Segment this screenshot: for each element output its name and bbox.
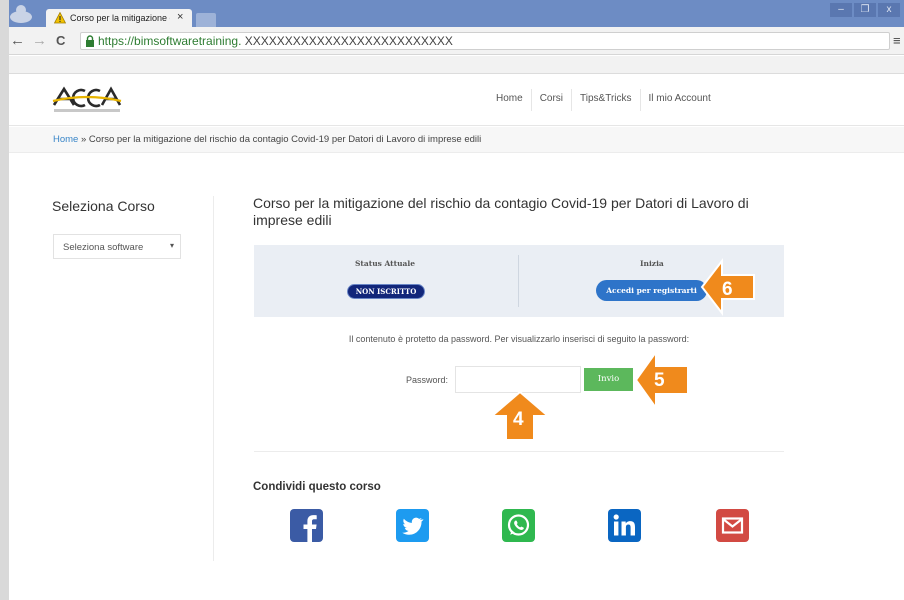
start-label: Inizia — [640, 259, 664, 268]
new-tab-button[interactable] — [196, 13, 216, 27]
password-field[interactable] — [455, 366, 581, 393]
nav-corsi[interactable]: Corsi — [532, 89, 573, 111]
facebook-icon[interactable] — [290, 509, 323, 542]
section-divider — [254, 451, 784, 452]
whatsapp-icon[interactable] — [502, 509, 535, 542]
sidebar-title: Seleziona Corso — [52, 198, 155, 214]
twitter-icon[interactable] — [396, 509, 429, 542]
tab-title: Corso per la mitigazione c — [70, 13, 170, 23]
status-badge: NON ISCRITTO — [347, 284, 425, 299]
bookmark-bar — [0, 56, 904, 74]
url-input[interactable]: https://bimsoftwaretraining. XXXXXXXXXXX… — [80, 32, 890, 50]
breadcrumb-home-link[interactable]: Home — [53, 134, 78, 145]
nav-home[interactable]: Home — [488, 89, 532, 111]
nav-tips-tricks[interactable]: Tips&Tricks — [572, 89, 641, 111]
reload-button[interactable]: C — [56, 33, 65, 48]
forward-button[interactable]: → — [32, 32, 47, 49]
step-4-label: 4 — [513, 409, 524, 430]
url-masked: XXXXXXXXXXXXXXXXXXXXXXXXXX — [244, 34, 453, 48]
submit-button[interactable]: Invio — [584, 368, 633, 391]
url-host: https://bimsoftwaretraining. — [98, 34, 242, 48]
linkedin-icon[interactable] — [608, 509, 641, 542]
course-title: Corso per la mitigazione del rischio da … — [253, 195, 749, 228]
browser-titlebar: Corso per la mitigazione c × – ❐ x — [0, 0, 904, 28]
column-divider — [213, 196, 214, 561]
tab-close-icon[interactable]: × — [177, 11, 183, 23]
close-window-button[interactable]: x — [878, 3, 900, 17]
email-icon[interactable] — [716, 509, 749, 542]
acca-logo[interactable] — [52, 83, 122, 115]
back-button[interactable]: ← — [10, 32, 25, 49]
lock-icon — [86, 35, 94, 47]
status-label: Status Attuale — [355, 259, 416, 268]
site-header: Home Corsi Tips&Tricks Il mio Account — [0, 75, 904, 126]
breadcrumb-separator: » — [80, 134, 87, 145]
password-label: Password: — [406, 375, 449, 385]
software-select-value: Seleziona software — [63, 242, 144, 253]
address-bar: ← → C https://bimsoftwaretraining. XXXXX… — [0, 27, 904, 55]
step-5-label: 5 — [654, 370, 665, 391]
menu-icon[interactable]: ≡ — [893, 33, 901, 48]
window-left-edge — [0, 0, 9, 600]
nav-account[interactable]: Il mio Account — [641, 89, 757, 111]
share-title: Condividi questo corso — [253, 481, 381, 493]
main-nav: Home Corsi Tips&Tricks Il mio Account — [488, 89, 757, 111]
window-controls: – ❐ x — [830, 3, 900, 17]
breadcrumb: Home » Corso per la mitigazione del risc… — [0, 127, 904, 153]
browser-tab[interactable]: Corso per la mitigazione c × — [46, 9, 192, 28]
warning-icon — [54, 12, 66, 24]
step-6-label: 6 — [722, 279, 733, 300]
minimize-button[interactable]: – — [830, 3, 852, 17]
register-button[interactable]: Accedi per registrarti — [596, 280, 707, 301]
breadcrumb-current: Corso per la mitigazione del rischio da … — [88, 134, 482, 145]
panel-divider — [518, 255, 519, 307]
chevron-down-icon: ▾ — [169, 241, 174, 250]
software-select[interactable]: Seleziona software ▾ — [53, 234, 181, 259]
browser-user-icon[interactable] — [8, 4, 34, 24]
password-note: Il contenuto è protetto da password. Per… — [348, 334, 690, 344]
restore-button[interactable]: ❐ — [854, 3, 876, 17]
